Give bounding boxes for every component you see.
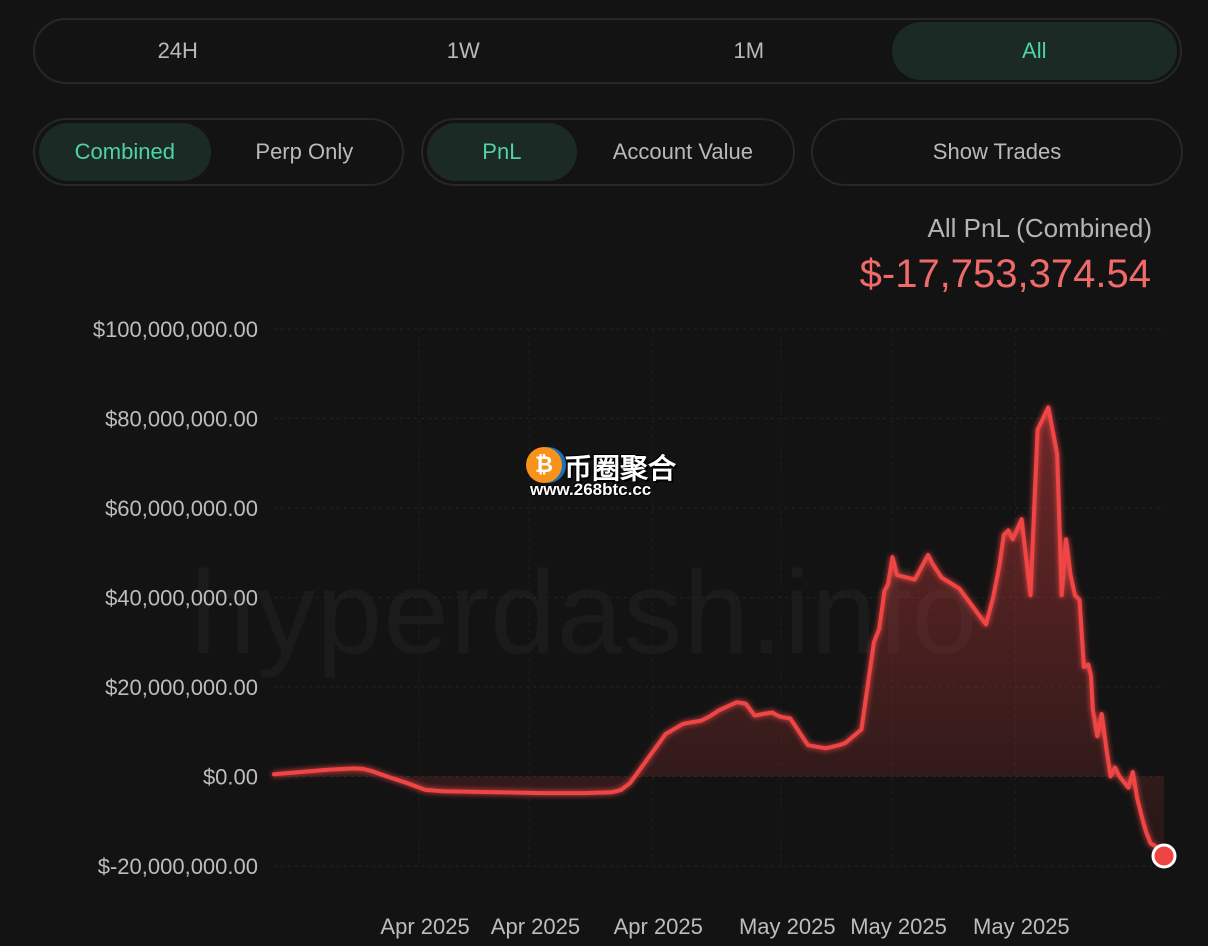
x-tick-label: Apr 2025 bbox=[614, 914, 703, 939]
y-tick-label: $80,000,000.00 bbox=[105, 407, 258, 432]
y-tick-label: $0.00 bbox=[203, 765, 258, 790]
last-value-marker bbox=[1151, 843, 1177, 869]
x-tick-label: May 2025 bbox=[850, 914, 947, 939]
x-tick-label: May 2025 bbox=[973, 914, 1070, 939]
y-tick-label: $60,000,000.00 bbox=[105, 496, 258, 521]
site-logo-watermark: ₿ 币圈聚合 www.268btc.cc bbox=[526, 447, 686, 502]
bitcoin-icon: ₿ bbox=[526, 447, 562, 483]
y-tick-label: $-20,000,000.00 bbox=[98, 854, 258, 879]
y-tick-label: $20,000,000.00 bbox=[105, 675, 258, 700]
y-tick-label: $100,000,000.00 bbox=[93, 317, 258, 342]
x-tick-label: May 2025 bbox=[739, 914, 836, 939]
x-tick-label: Apr 2025 bbox=[380, 914, 469, 939]
logo-url: www.268btc.cc bbox=[530, 480, 652, 499]
chart-series bbox=[272, 405, 1177, 869]
y-tick-label: $40,000,000.00 bbox=[105, 586, 258, 611]
series-area bbox=[274, 407, 1164, 856]
x-tick-label: Apr 2025 bbox=[491, 914, 580, 939]
